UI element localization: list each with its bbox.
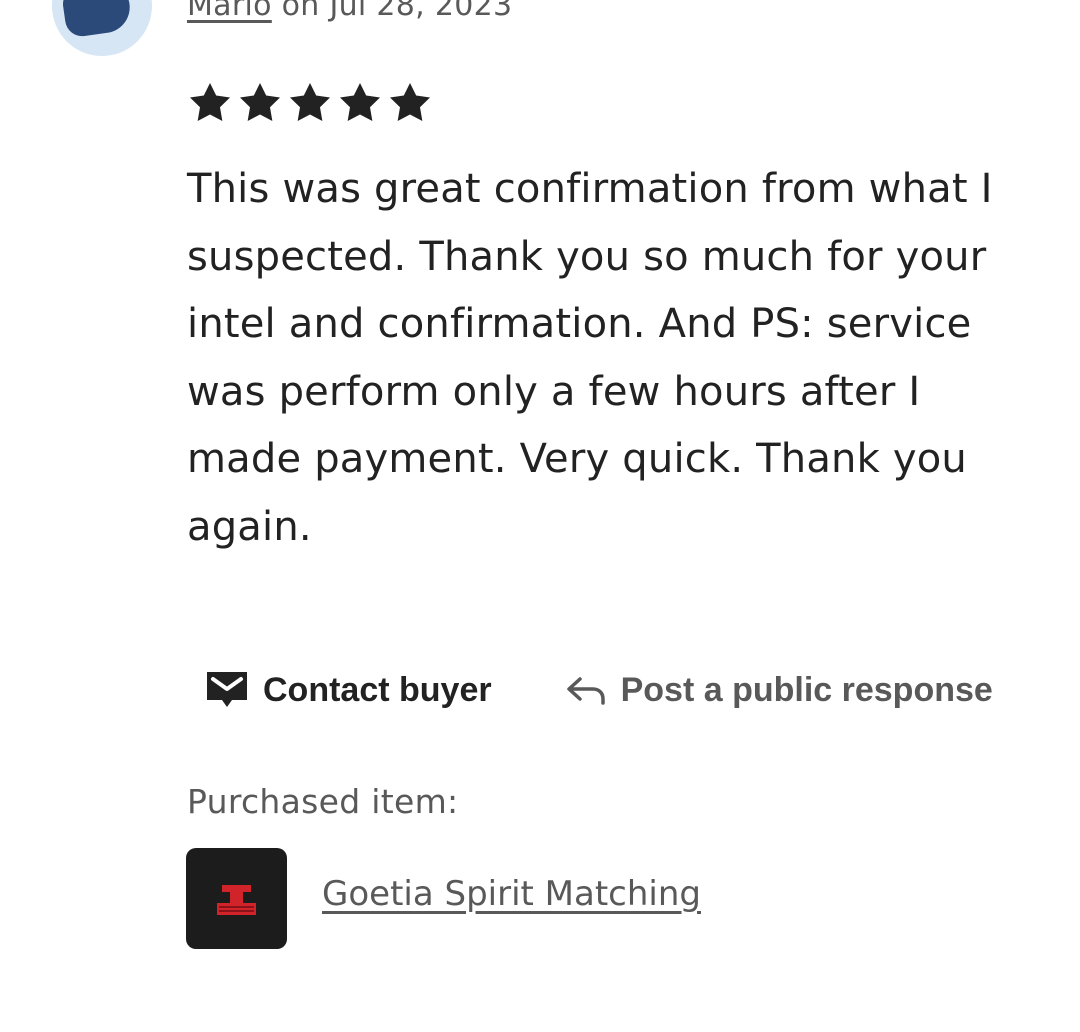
post-public-response-button[interactable]: Post a public response bbox=[565, 671, 993, 710]
star-rating bbox=[186, 80, 434, 128]
date-prefix: on bbox=[271, 0, 330, 23]
review-byline: Mario on Jul 28, 2023 bbox=[187, 0, 512, 23]
star-icon bbox=[290, 83, 330, 121]
contact-buyer-label: Contact buyer bbox=[263, 670, 492, 709]
avatar[interactable] bbox=[52, 0, 152, 56]
post-public-response-label: Post a public response bbox=[620, 670, 993, 709]
review-text: This was great confirmation from what I … bbox=[187, 166, 993, 550]
star-icon bbox=[390, 83, 430, 121]
product-thumbnail-art bbox=[217, 885, 256, 915]
reviewer-name-link[interactable]: Mario bbox=[187, 0, 272, 23]
star-icon bbox=[240, 83, 280, 121]
product-thumbnail[interactable] bbox=[186, 848, 287, 949]
avatar-icon bbox=[60, 0, 134, 39]
purchased-item-link[interactable]: Goetia Spirit Matching bbox=[322, 874, 701, 914]
star-icon bbox=[340, 83, 380, 121]
review-actions: Contact buyer Post a public response bbox=[205, 670, 993, 710]
review-date: Jul 28, 2023 bbox=[329, 0, 513, 23]
star-icon bbox=[190, 83, 230, 121]
reply-arrow-icon bbox=[565, 673, 607, 707]
mail-icon bbox=[205, 670, 249, 710]
contact-buyer-button[interactable]: Contact buyer bbox=[205, 670, 492, 710]
purchased-item-label: Purchased item: bbox=[187, 782, 459, 821]
